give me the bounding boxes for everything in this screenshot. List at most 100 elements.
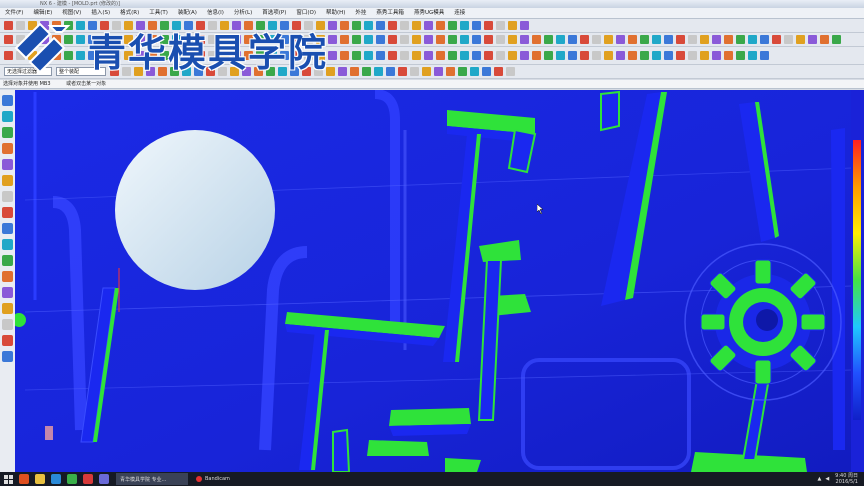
tool-icon[interactable]	[652, 35, 661, 44]
tool-icon[interactable]	[724, 35, 733, 44]
tool-icon[interactable]	[460, 35, 469, 44]
menu-help[interactable]: 帮助(H)	[321, 8, 350, 18]
tool-icon[interactable]	[748, 35, 757, 44]
tool-icon[interactable]	[400, 51, 409, 60]
menu-analysis[interactable]: 分析(L)	[229, 8, 257, 18]
pinned-app-icon[interactable]	[83, 474, 93, 484]
menu-connect[interactable]: 连接	[449, 8, 470, 18]
resource-tab-icon[interactable]	[2, 207, 13, 218]
tool-icon[interactable]	[436, 21, 445, 30]
tool-icon[interactable]	[506, 67, 515, 76]
tool-icon[interactable]	[484, 21, 493, 30]
tool-icon[interactable]	[676, 51, 685, 60]
tool-icon[interactable]	[736, 51, 745, 60]
tool-icon[interactable]	[494, 67, 503, 76]
resource-tab-icon[interactable]	[2, 127, 13, 138]
tool-icon[interactable]	[496, 21, 505, 30]
tool-icon[interactable]	[640, 51, 649, 60]
tool-icon[interactable]	[482, 67, 491, 76]
tool-icon[interactable]	[796, 35, 805, 44]
browser-icon[interactable]	[51, 474, 61, 484]
tool-icon[interactable]	[472, 51, 481, 60]
resource-tab-icon[interactable]	[2, 143, 13, 154]
tool-icon[interactable]	[424, 21, 433, 30]
tool-icon[interactable]	[472, 21, 481, 30]
tool-icon[interactable]	[436, 51, 445, 60]
resource-tab-icon[interactable]	[2, 111, 13, 122]
menu-yanxiu-toolbox[interactable]: 燕秀工具箱	[371, 8, 409, 18]
tool-icon[interactable]	[544, 35, 553, 44]
tool-icon[interactable]	[508, 21, 517, 30]
tool-icon[interactable]	[832, 35, 841, 44]
tool-icon[interactable]	[412, 21, 421, 30]
tool-icon[interactable]	[496, 35, 505, 44]
tool-icon[interactable]	[652, 51, 661, 60]
tool-icon[interactable]	[400, 21, 409, 30]
tool-icon[interactable]	[484, 35, 493, 44]
menu-assembly[interactable]: 装配(A)	[173, 8, 202, 18]
tool-icon[interactable]	[448, 21, 457, 30]
pinned-app-icon[interactable]	[67, 474, 77, 484]
tool-icon[interactable]	[458, 67, 467, 76]
clock[interactable]: 9:40 周日 2016/5/1	[835, 473, 858, 485]
graphics-viewport[interactable]	[15, 90, 851, 472]
volume-icon[interactable]: ◀	[825, 476, 829, 482]
tool-icon[interactable]	[580, 51, 589, 60]
menu-file[interactable]: 文件(F)	[0, 8, 28, 18]
resource-tab-icon[interactable]	[2, 175, 13, 186]
tool-icon[interactable]	[604, 51, 613, 60]
tool-icon[interactable]	[484, 51, 493, 60]
menu-edit[interactable]: 编辑(E)	[28, 8, 57, 18]
tool-icon[interactable]	[388, 21, 397, 30]
resource-tab-icon[interactable]	[2, 191, 13, 202]
tool-icon[interactable]	[386, 67, 395, 76]
resource-tab-icon[interactable]	[2, 255, 13, 266]
tool-icon[interactable]	[448, 51, 457, 60]
tool-icon[interactable]	[556, 51, 565, 60]
tool-icon[interactable]	[688, 35, 697, 44]
tool-icon[interactable]	[628, 51, 637, 60]
tool-icon[interactable]	[532, 35, 541, 44]
tool-icon[interactable]	[664, 35, 673, 44]
tool-icon[interactable]	[772, 35, 781, 44]
tool-icon[interactable]	[628, 35, 637, 44]
resource-tab-icon[interactable]	[2, 319, 13, 330]
menu-view[interactable]: 视图(V)	[57, 8, 86, 18]
tool-icon[interactable]	[508, 35, 517, 44]
tool-icon[interactable]	[664, 51, 673, 60]
tool-icon[interactable]	[616, 35, 625, 44]
tool-icon[interactable]	[712, 35, 721, 44]
tool-icon[interactable]	[374, 67, 383, 76]
tool-icon[interactable]	[436, 35, 445, 44]
tool-icon[interactable]	[736, 35, 745, 44]
start-button[interactable]	[0, 472, 16, 486]
tool-icon[interactable]	[434, 67, 443, 76]
tool-icon[interactable]	[460, 21, 469, 30]
menu-tools[interactable]: 工具(T)	[144, 8, 173, 18]
resource-tab-icon[interactable]	[2, 159, 13, 170]
tool-icon[interactable]	[784, 35, 793, 44]
tool-icon[interactable]	[676, 35, 685, 44]
tool-icon[interactable]	[760, 35, 769, 44]
tool-icon[interactable]	[376, 51, 385, 60]
tool-icon[interactable]	[472, 35, 481, 44]
tool-icon[interactable]	[376, 21, 385, 30]
tool-icon[interactable]	[604, 35, 613, 44]
tool-icon[interactable]	[446, 67, 455, 76]
tool-icon[interactable]	[388, 35, 397, 44]
resource-tab-icon[interactable]	[2, 223, 13, 234]
menu-preferences[interactable]: 首选项(P)	[257, 8, 291, 18]
tool-icon[interactable]	[568, 35, 577, 44]
pinned-app-icon[interactable]	[19, 474, 29, 484]
tool-icon[interactable]	[520, 51, 529, 60]
menu-yanxiu-mold[interactable]: 燕秀UG模具	[409, 8, 449, 18]
tool-icon[interactable]	[388, 51, 397, 60]
taskbar-task-bandicam[interactable]: Bandicam	[192, 473, 240, 485]
resource-tab-icon[interactable]	[2, 271, 13, 282]
tool-icon[interactable]	[496, 51, 505, 60]
tool-icon[interactable]	[508, 51, 517, 60]
tool-icon[interactable]	[400, 35, 409, 44]
tool-icon[interactable]	[592, 35, 601, 44]
tool-icon[interactable]	[808, 35, 817, 44]
tool-icon[interactable]	[688, 51, 697, 60]
